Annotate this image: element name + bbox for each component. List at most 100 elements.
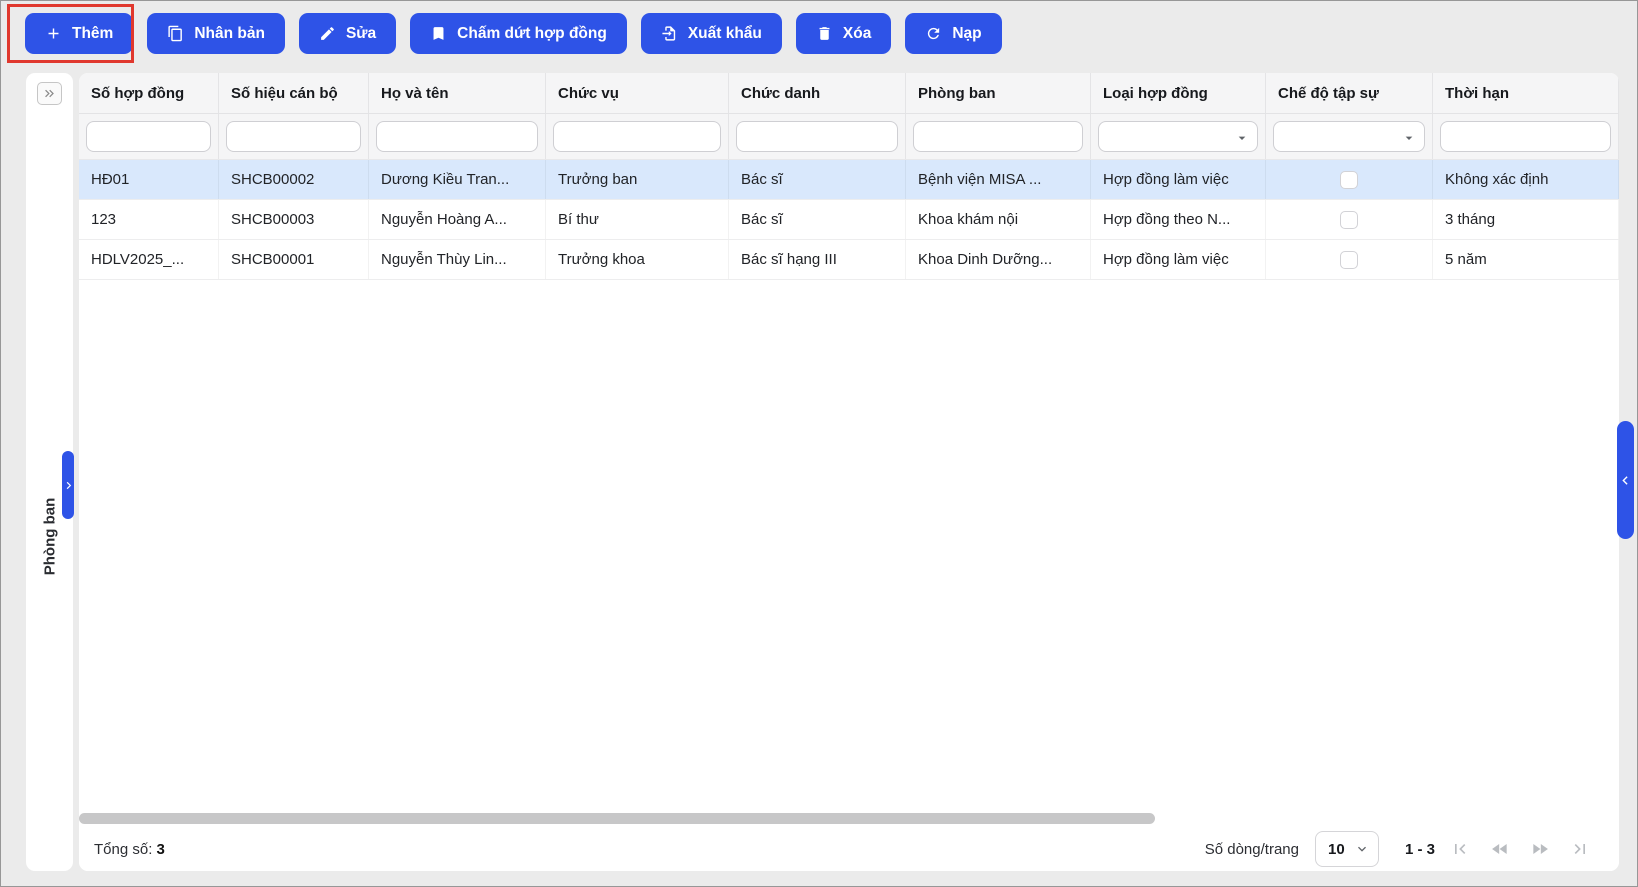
filter-cell-6 (906, 114, 1091, 159)
toolbar-button-label: Thêm (72, 24, 114, 42)
filter-select-7[interactable] (1098, 121, 1258, 152)
cell-1-2: SHCB00002 (219, 160, 369, 199)
cell-1-8 (1266, 160, 1433, 199)
column-header-label: Họ và tên (381, 84, 449, 102)
toolbar-button-3[interactable]: Sửa (298, 13, 397, 54)
column-header-4[interactable]: Chức vụ (546, 73, 729, 113)
cell-1-7: Hợp đồng làm việc (1091, 160, 1266, 199)
rows-per-page-label: Số dòng/trang (1204, 840, 1299, 858)
cell-text: Bác sĩ hạng III (741, 251, 837, 268)
toolbar-button-label: Nạp (952, 24, 982, 42)
column-header-2[interactable]: Số hiệu cán bộ (219, 73, 369, 113)
fast-forward-icon (1533, 844, 1548, 854)
filter-input-9[interactable] (1440, 121, 1611, 152)
total-count-value: 3 (156, 840, 165, 858)
toolbar-button-2[interactable]: Nhân bản (147, 13, 285, 54)
table-header-row: Số hợp đồng Số hiệu cán bộ Họ và tên Chức v… (79, 73, 1619, 114)
filter-input-6[interactable] (913, 121, 1083, 152)
column-header-label: Chức vụ (558, 84, 619, 102)
table-row-2[interactable]: 123 SHCB00003 Nguyễn Hoàng A... Bí thư Bác s… (79, 200, 1619, 240)
toolbar-button-4[interactable]: Chấm dứt hợp đồng (410, 13, 627, 54)
cell-text: Dương Kiều Tran... (381, 171, 510, 188)
bookmark-icon (433, 27, 444, 40)
cell-2-1: 123 (79, 200, 219, 239)
total-count-label: Tổng số: (94, 840, 153, 858)
prev-page-button[interactable] (1489, 838, 1511, 860)
refresh-icon (928, 27, 940, 40)
contract-list-page: Thêm Nhân bản Sửa Chấm dứt hợp đồng Xuất khẩ… (0, 0, 1638, 887)
column-header-label: Phòng ban (918, 84, 996, 102)
column-header-3[interactable]: Họ và tên (369, 73, 546, 113)
rows-per-page-value: 10 (1327, 840, 1345, 858)
cell-3-4: Trưởng khoa (546, 240, 729, 279)
filter-input-1[interactable] (86, 121, 211, 152)
toolbar-button-6[interactable]: Xóa (795, 13, 892, 54)
probation-checkbox[interactable] (1340, 210, 1358, 229)
cell-2-6: Khoa khám nội (906, 200, 1091, 239)
toolbar-button-5[interactable]: Xuất khẩu (640, 13, 782, 54)
column-header-9[interactable]: Thời hạn (1433, 73, 1619, 113)
cell-text: Trưởng khoa (558, 251, 645, 268)
toolbar-button-7[interactable]: Nạp (905, 13, 1002, 54)
probation-checkbox[interactable] (1340, 170, 1358, 189)
table-footer: Tổng số: 3 Số dòng/trang 10 1 - 3 (79, 827, 1619, 871)
first-page-button[interactable] (1449, 838, 1471, 860)
column-header-6[interactable]: Phòng ban (906, 73, 1091, 113)
cell-1-6: Bệnh viện MISA ... (906, 160, 1091, 199)
cell-2-2: SHCB00003 (219, 200, 369, 239)
filter-input-2[interactable] (226, 121, 361, 152)
cell-text: Bác sĩ (741, 171, 783, 188)
filter-input-3[interactable] (376, 121, 538, 152)
filter-input-4[interactable] (553, 121, 721, 152)
horizontal-scrollbar-thumb[interactable] (79, 813, 1155, 824)
column-header-5[interactable]: Chức danh (729, 73, 906, 113)
dropdown-arrow-icon (1238, 136, 1246, 140)
cell-3-1: HDLV2025_... (79, 240, 219, 279)
sidebar-open-handle[interactable] (62, 451, 74, 519)
cell-2-8 (1266, 200, 1433, 239)
sidebar-expand-button[interactable] (37, 82, 62, 105)
pencil-icon (321, 27, 334, 40)
cell-text: Hợp đồng theo N... (1103, 211, 1231, 228)
table-row-3[interactable]: HDLV2025_... SHCB00001 Nguyễn Thùy Lin... T… (79, 240, 1619, 280)
cell-text: SHCB00003 (231, 211, 315, 228)
last-page-button[interactable] (1569, 838, 1591, 860)
export-icon (662, 26, 675, 41)
filter-cell-9 (1433, 114, 1619, 159)
column-header-7[interactable]: Loại hợp đồng (1091, 73, 1266, 113)
rows-per-page-select[interactable]: 10 (1314, 831, 1379, 867)
toolbar-button-1[interactable]: Thêm (25, 13, 134, 54)
filter-input-5[interactable] (736, 121, 898, 152)
total-count: Tổng số: 3 (94, 841, 165, 858)
last-page-icon (1574, 844, 1585, 854)
cell-1-5: Bác sĩ (729, 160, 906, 199)
column-header-8[interactable]: Chế độ tập sự (1266, 73, 1433, 113)
cell-3-3: Nguyễn Thùy Lin... (369, 240, 546, 279)
cell-text: Hợp đồng làm việc (1103, 251, 1229, 268)
cell-text: SHCB00001 (231, 251, 315, 268)
column-header-1[interactable]: Số hợp đồng (79, 73, 219, 113)
right-panel-open-handle[interactable] (1617, 421, 1634, 539)
plus-icon (48, 28, 59, 39)
filter-cell-8 (1266, 114, 1433, 159)
filter-select-8[interactable] (1273, 121, 1425, 152)
chevron-left-icon (1622, 475, 1628, 485)
filter-cell-4 (546, 114, 729, 159)
double-chevron-right-icon (45, 89, 54, 98)
cell-text: Không xác định (1445, 171, 1549, 188)
next-page-button[interactable] (1529, 838, 1551, 860)
column-header-label: Số hợp đồng (91, 84, 185, 102)
cell-text: Khoa Dinh Dưỡng... (918, 251, 1053, 268)
chevron-down-icon (1357, 846, 1366, 852)
cell-text: Bệnh viện MISA ... (918, 171, 1042, 188)
cell-2-9: 3 tháng (1433, 200, 1619, 239)
cell-3-7: Hợp đồng làm việc (1091, 240, 1266, 279)
column-header-label: Chế độ tập sự (1278, 84, 1379, 102)
cell-text: Bí thư (558, 211, 599, 228)
page-range: 1 - 3 (1404, 840, 1435, 858)
toolbar-button-label: Xuất khẩu (687, 24, 762, 42)
probation-checkbox[interactable] (1340, 250, 1358, 269)
cell-3-9: 5 năm (1433, 240, 1619, 279)
cell-3-2: SHCB00001 (219, 240, 369, 279)
table-row-1[interactable]: HĐ01 SHCB00002 Dương Kiều Tran... Trưởng ba… (79, 160, 1619, 200)
